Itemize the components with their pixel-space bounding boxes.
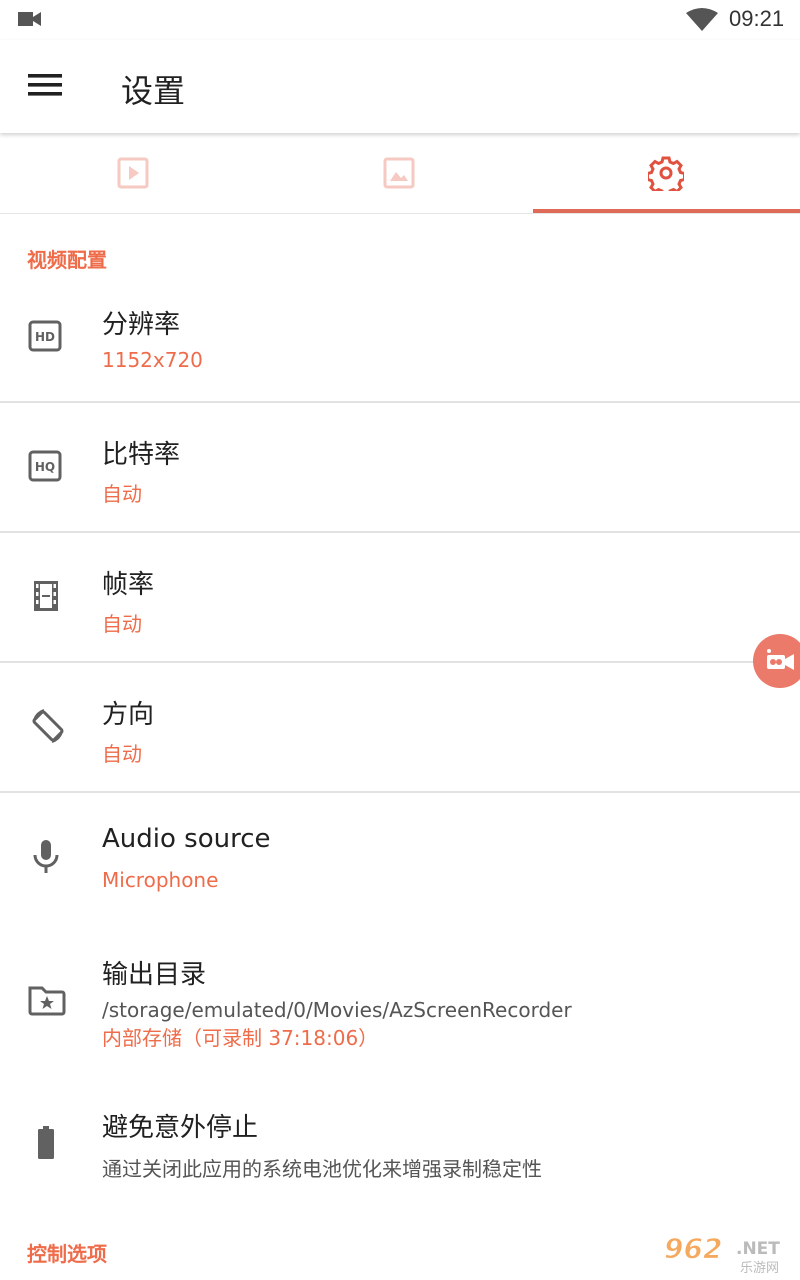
watermark-number: 962 [664, 1232, 722, 1265]
setting-audio-source[interactable]: Audio source Microphone [0, 810, 800, 922]
setting-bitrate[interactable]: HQ 比特率 自动 [0, 420, 800, 532]
setting-orientation[interactable]: 方向 自动 [0, 680, 800, 792]
tab-indicator [533, 209, 800, 213]
setting-title: Audio source [102, 824, 271, 854]
setting-title: 方向 [102, 700, 155, 730]
section-header-video: 视频配置 [27, 248, 107, 272]
divider [0, 401, 800, 403]
tab-images[interactable] [266, 133, 532, 213]
gear-icon [648, 156, 684, 191]
svg-text:HD: HD [35, 330, 55, 344]
floating-record-button[interactable] [753, 634, 800, 688]
setting-value: 内部存储（可录制 37:18:06） [102, 1026, 379, 1050]
setting-value: Microphone [102, 868, 219, 892]
battery-icon [38, 1126, 54, 1159]
video-play-icon [117, 157, 149, 189]
tab-videos[interactable] [0, 133, 266, 213]
microphone-icon [33, 840, 59, 873]
setting-value: 自动 [102, 612, 142, 636]
divider [0, 661, 800, 663]
setting-title: 输出目录 [102, 960, 207, 990]
setting-title: 分辨率 [102, 310, 181, 340]
image-icon [383, 157, 415, 189]
menu-icon[interactable] [28, 72, 62, 98]
setting-avoid-stop[interactable]: 避免意外停止 通过关闭此应用的系统电池优化来增强录制稳定性 [0, 1095, 800, 1205]
wifi-icon [686, 8, 718, 31]
setting-value: 自动 [102, 482, 142, 506]
setting-value: 1152x720 [102, 348, 203, 372]
setting-value: 自动 [102, 742, 142, 766]
section-header-control: 控制选项 [27, 1242, 107, 1266]
setting-output-directory[interactable]: 输出目录 /storage/emulated/0/Movies/AzScreen… [0, 940, 800, 1070]
film-icon [34, 581, 58, 611]
status-time: 09:21 [729, 6, 785, 31]
divider [0, 791, 800, 793]
video-camera-icon [18, 12, 41, 26]
setting-frame-rate[interactable]: 帧率 自动 [0, 550, 800, 662]
setting-path: /storage/emulated/0/Movies/AzScreenRecor… [102, 998, 572, 1022]
status-bar: 09:21 [0, 0, 800, 40]
svg-text:HQ: HQ [35, 460, 55, 474]
setting-title: 比特率 [102, 440, 181, 470]
tab-settings[interactable] [533, 133, 799, 213]
tab-bar [0, 133, 800, 214]
watermark-caption: 乐游网 [740, 1261, 779, 1274]
app-bar: 设置 [0, 40, 800, 133]
divider [0, 531, 800, 533]
watermark-suffix: .NET [736, 1239, 780, 1259]
watermark: 962 .NET 乐游网 [660, 1232, 796, 1277]
page-title: 设置 [121, 72, 186, 110]
folder-star-icon [28, 986, 66, 1016]
setting-description: 通过关闭此应用的系统电池优化来增强录制稳定性 [102, 1157, 542, 1181]
record-camera-icon [767, 649, 794, 670]
setting-title: 避免意外停止 [102, 1113, 259, 1143]
hq-icon: HQ [28, 450, 62, 482]
screen-rotation-icon [32, 709, 64, 743]
hd-icon: HD [28, 320, 62, 352]
setting-resolution[interactable]: HD 分辨率 1152x720 [0, 290, 800, 402]
setting-title: 帧率 [102, 570, 155, 600]
